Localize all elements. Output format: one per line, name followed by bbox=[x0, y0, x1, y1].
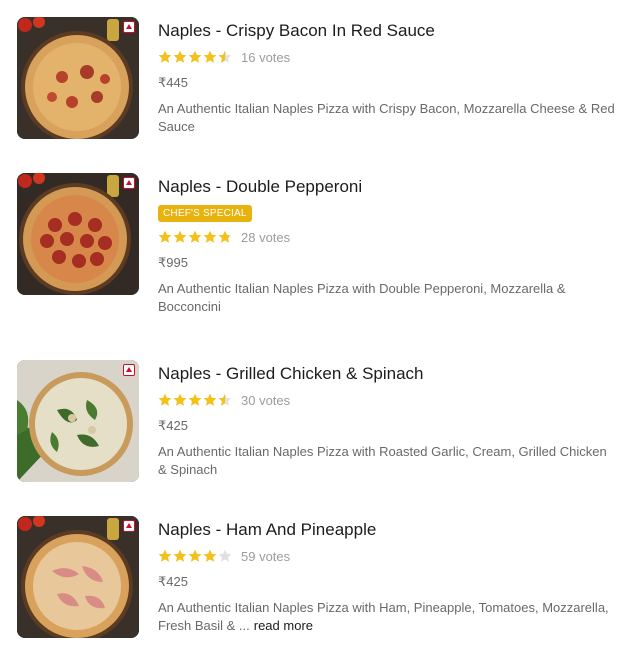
star-icon bbox=[218, 393, 232, 406]
star-icon bbox=[188, 393, 202, 406]
star-icon bbox=[158, 549, 172, 562]
rating: 28 votes bbox=[158, 229, 627, 245]
votes-count: 28 votes bbox=[241, 229, 291, 245]
item-title[interactable]: Naples - Ham And Pineapple bbox=[158, 519, 627, 541]
item-price: ₹445 bbox=[158, 75, 188, 90]
star-icon bbox=[188, 549, 202, 562]
dish-image[interactable] bbox=[17, 17, 139, 139]
rating: 30 votes bbox=[158, 392, 627, 408]
star-icon bbox=[173, 549, 187, 562]
dish-image[interactable] bbox=[17, 173, 139, 295]
star-icon bbox=[203, 549, 217, 562]
star-icon bbox=[218, 230, 232, 243]
description-text: An Authentic Italian Naples Pizza with H… bbox=[158, 600, 609, 633]
star-rating bbox=[158, 50, 233, 64]
read-more-link[interactable]: read more bbox=[254, 618, 313, 633]
star-icon bbox=[158, 230, 172, 243]
star-icon bbox=[218, 50, 232, 63]
item-info: Naples - Ham And Pineapple 59 votes ₹425… bbox=[158, 516, 627, 635]
non-veg-icon bbox=[123, 520, 135, 532]
star-rating bbox=[158, 549, 233, 563]
item-title[interactable]: Naples - Double Pepperoni bbox=[158, 176, 627, 198]
non-veg-icon bbox=[123, 21, 135, 33]
dish-image[interactable] bbox=[17, 360, 139, 482]
star-icon bbox=[158, 50, 172, 63]
item-price: ₹995 bbox=[158, 255, 188, 270]
item-price: ₹425 bbox=[158, 418, 188, 433]
votes-count: 16 votes bbox=[241, 49, 291, 65]
item-description: An Authentic Italian Naples Pizza with C… bbox=[158, 101, 615, 134]
item-description: An Authentic Italian Naples Pizza with R… bbox=[158, 444, 607, 477]
star-icon bbox=[203, 230, 217, 243]
chefs-special-badge: CHEF'S SPECIAL bbox=[158, 205, 252, 222]
star-icon bbox=[188, 50, 202, 63]
item-info: Naples - Grilled Chicken & Spinach 30 vo… bbox=[158, 360, 627, 479]
dish-image[interactable] bbox=[17, 516, 139, 638]
votes-count: 59 votes bbox=[241, 548, 291, 564]
star-icon bbox=[173, 50, 187, 63]
star-icon bbox=[203, 393, 217, 406]
star-icon bbox=[218, 549, 232, 562]
star-icon bbox=[173, 230, 187, 243]
rating: 16 votes bbox=[158, 49, 627, 65]
star-rating bbox=[158, 393, 233, 407]
star-rating bbox=[158, 230, 233, 244]
item-description: An Authentic Italian Naples Pizza with D… bbox=[158, 281, 566, 314]
star-icon bbox=[203, 50, 217, 63]
item-title[interactable]: Naples - Crispy Bacon In Red Sauce bbox=[158, 20, 627, 42]
rating: 59 votes bbox=[158, 548, 627, 564]
votes-count: 30 votes bbox=[241, 392, 291, 408]
item-description: An Authentic Italian Naples Pizza with H… bbox=[158, 599, 618, 635]
item-info: Naples - Double Pepperoni CHEF'S SPECIAL… bbox=[158, 173, 627, 316]
non-veg-icon bbox=[123, 364, 135, 376]
star-icon bbox=[173, 393, 187, 406]
item-info: Naples - Crispy Bacon In Red Sauce 16 vo… bbox=[158, 17, 627, 136]
item-title[interactable]: Naples - Grilled Chicken & Spinach bbox=[158, 363, 627, 385]
item-price: ₹425 bbox=[158, 574, 188, 589]
non-veg-icon bbox=[123, 177, 135, 189]
star-icon bbox=[188, 230, 202, 243]
star-icon bbox=[158, 393, 172, 406]
